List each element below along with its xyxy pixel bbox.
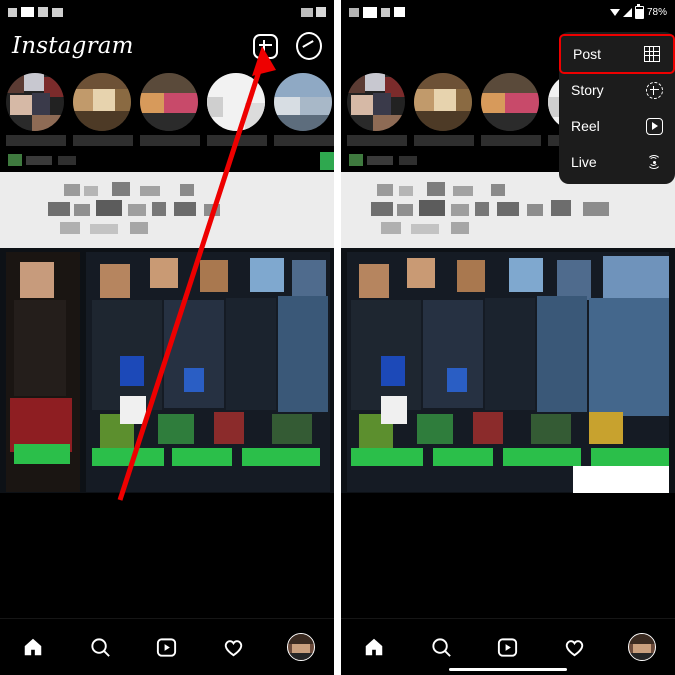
instagram-header-left: Instagram: [0, 24, 334, 68]
reels-icon: [157, 637, 177, 657]
story-item[interactable]: [414, 72, 474, 146]
bottom-nav-left: [0, 618, 334, 675]
gesture-bar: [449, 668, 567, 671]
menu-item-live[interactable]: Live: [559, 144, 675, 180]
story-item[interactable]: [274, 72, 334, 146]
post-image-right[interactable]: [341, 248, 675, 493]
status-block: [301, 7, 313, 17]
bottom-nav-right: [341, 618, 675, 675]
story-username: [481, 134, 541, 146]
add-post-button[interactable]: [252, 33, 278, 59]
heart-icon: [225, 639, 243, 656]
nav-reels-button[interactable]: [147, 631, 187, 663]
live-broadcast-icon: [645, 153, 663, 171]
nav-profile-button[interactable]: [281, 631, 321, 663]
nav-home-button[interactable]: [13, 631, 53, 663]
search-icon: [91, 637, 110, 657]
status-block: [349, 7, 359, 17]
right-phone-screen: 78% Post Story Reel Live: [341, 0, 675, 675]
story-avatar: [140, 72, 198, 131]
status-bar-right: 78%: [341, 0, 675, 24]
nav-home-button[interactable]: [354, 631, 394, 663]
story-plus-icon: [645, 81, 663, 99]
story-item[interactable]: [73, 72, 133, 146]
story-username: [140, 134, 200, 146]
signal-icon: [622, 7, 632, 17]
left-phone-screen: Instagram: [0, 0, 334, 675]
grid-icon: [643, 45, 661, 63]
status-block: [316, 7, 326, 17]
status-bar-left-icons: [349, 6, 610, 18]
nav-profile-button[interactable]: [622, 631, 662, 663]
post-image-left[interactable]: [0, 248, 334, 493]
status-block: [8, 7, 17, 17]
messenger-icon: [296, 32, 322, 60]
home-icon: [25, 638, 42, 656]
story-avatar: [414, 72, 472, 131]
story-avatar: [347, 72, 405, 131]
stories-strip-left: [0, 68, 334, 150]
battery-percent-label: 78%: [646, 6, 667, 18]
menu-item-story[interactable]: Story: [559, 72, 675, 108]
status-block: [363, 6, 377, 18]
search-icon: [432, 637, 451, 657]
battery-icon: [634, 3, 644, 19]
story-avatar: [6, 72, 64, 131]
story-username: [414, 134, 474, 146]
status-block: [394, 7, 405, 17]
story-username: [347, 134, 407, 146]
nav-reels-button[interactable]: [488, 631, 528, 663]
create-menu: Post Story Reel Live: [559, 32, 675, 184]
story-username: [207, 134, 267, 146]
wifi-icon: [609, 8, 620, 16]
reels-icon: [498, 637, 518, 657]
story-avatar: [274, 72, 332, 131]
story-item[interactable]: [347, 72, 407, 146]
status-bar-right-icons: 78%: [609, 3, 667, 19]
story-username: [274, 134, 334, 146]
story-username: [6, 134, 66, 146]
status-block: [38, 7, 48, 17]
story-item[interactable]: [481, 72, 541, 146]
status-block: [21, 7, 34, 17]
messenger-button[interactable]: [296, 32, 322, 60]
post-meta-row: [0, 150, 334, 172]
nav-search-button[interactable]: [80, 631, 120, 663]
screenshot-pair: Instagram 78% Post Story Reel Live: [0, 0, 675, 675]
home-icon: [366, 638, 383, 656]
menu-item-post[interactable]: Post: [559, 34, 675, 74]
avatar: [286, 633, 315, 661]
avatar: [627, 633, 656, 661]
status-bar-left: [0, 0, 334, 24]
instagram-logo: Instagram: [12, 33, 134, 59]
menu-item-reel[interactable]: Reel: [559, 108, 675, 144]
nav-search-button[interactable]: [421, 631, 461, 663]
status-bar-left-icons: [8, 7, 301, 17]
menu-item-label: Story: [571, 82, 604, 98]
story-avatar: [207, 72, 265, 131]
story-item[interactable]: [140, 72, 200, 146]
status-block: [381, 7, 390, 17]
nav-activity-button[interactable]: [555, 631, 595, 663]
status-block: [52, 7, 63, 17]
menu-item-label: Live: [571, 154, 597, 170]
header-icons-left: [252, 32, 322, 60]
story-avatar: [481, 72, 539, 131]
menu-item-label: Post: [573, 46, 602, 62]
post-banner-left: [0, 172, 334, 248]
nav-activity-button[interactable]: [214, 631, 254, 663]
heart-icon: [566, 639, 584, 656]
story-avatar: [73, 72, 131, 131]
reel-icon: [645, 117, 663, 135]
menu-item-label: Reel: [571, 118, 600, 134]
story-item[interactable]: [6, 72, 66, 146]
story-item[interactable]: [207, 72, 267, 146]
status-bar-right-icons: [301, 7, 326, 17]
story-username: [73, 134, 133, 146]
plus-square-icon: [252, 33, 278, 59]
